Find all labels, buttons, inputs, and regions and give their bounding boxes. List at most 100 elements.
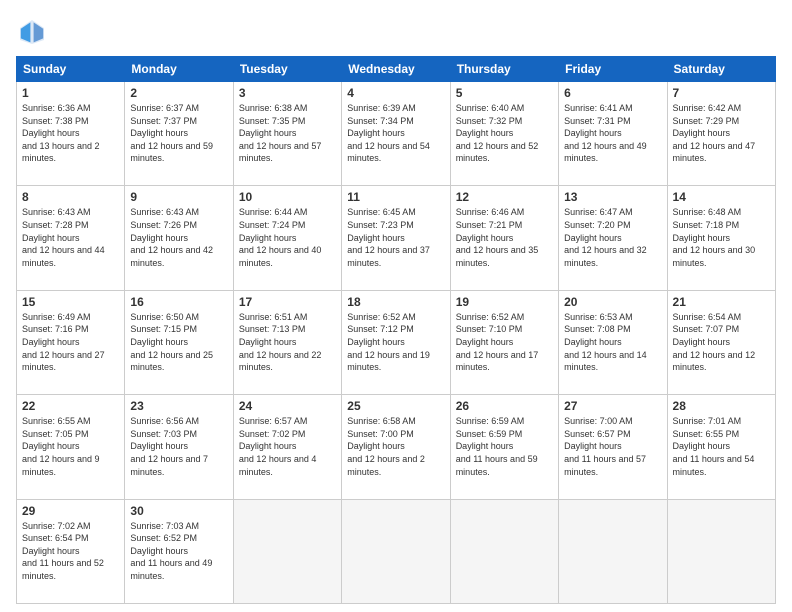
day-info: Sunrise: 6:49 AM Sunset: 7:16 PM Dayligh… bbox=[22, 311, 119, 374]
daylight-value: and 12 hours and 32 minutes. bbox=[564, 245, 647, 268]
daylight-value: and 12 hours and 52 minutes. bbox=[456, 141, 539, 164]
day-number: 9 bbox=[130, 190, 227, 204]
day-number: 11 bbox=[347, 190, 444, 204]
daylight-label: Daylight hours bbox=[22, 233, 80, 243]
sunset-label: Sunset: 7:03 PM bbox=[130, 429, 197, 439]
day-info: Sunrise: 6:57 AM Sunset: 7:02 PM Dayligh… bbox=[239, 415, 336, 478]
sunset-label: Sunset: 7:00 PM bbox=[347, 429, 414, 439]
daylight-label: Daylight hours bbox=[347, 128, 405, 138]
daylight-label: Daylight hours bbox=[22, 337, 80, 347]
day-info: Sunrise: 6:52 AM Sunset: 7:12 PM Dayligh… bbox=[347, 311, 444, 374]
day-info: Sunrise: 7:03 AM Sunset: 6:52 PM Dayligh… bbox=[130, 520, 227, 583]
sunrise-label: Sunrise: 6:54 AM bbox=[673, 312, 742, 322]
day-number: 12 bbox=[456, 190, 553, 204]
sunset-label: Sunset: 7:24 PM bbox=[239, 220, 306, 230]
calendar-cell: 11 Sunrise: 6:45 AM Sunset: 7:23 PM Dayl… bbox=[342, 186, 450, 290]
day-info: Sunrise: 6:36 AM Sunset: 7:38 PM Dayligh… bbox=[22, 102, 119, 165]
sunrise-label: Sunrise: 6:37 AM bbox=[130, 103, 199, 113]
calendar-cell: 3 Sunrise: 6:38 AM Sunset: 7:35 PM Dayli… bbox=[233, 82, 341, 186]
weekday-header-sunday: Sunday bbox=[17, 57, 125, 82]
calendar-cell: 28 Sunrise: 7:01 AM Sunset: 6:55 PM Dayl… bbox=[667, 395, 775, 499]
day-number: 20 bbox=[564, 295, 661, 309]
header bbox=[16, 16, 776, 48]
daylight-label: Daylight hours bbox=[130, 128, 188, 138]
day-number: 21 bbox=[673, 295, 770, 309]
day-info: Sunrise: 6:59 AM Sunset: 6:59 PM Dayligh… bbox=[456, 415, 553, 478]
daylight-value: and 11 hours and 54 minutes. bbox=[673, 454, 755, 477]
sunrise-label: Sunrise: 6:59 AM bbox=[456, 416, 525, 426]
sunset-label: Sunset: 7:31 PM bbox=[564, 116, 631, 126]
sunrise-label: Sunrise: 7:00 AM bbox=[564, 416, 633, 426]
day-info: Sunrise: 6:47 AM Sunset: 7:20 PM Dayligh… bbox=[564, 206, 661, 269]
sunset-label: Sunset: 7:07 PM bbox=[673, 324, 740, 334]
daylight-label: Daylight hours bbox=[239, 441, 297, 451]
day-number: 7 bbox=[673, 86, 770, 100]
weekday-header-monday: Monday bbox=[125, 57, 233, 82]
day-number: 26 bbox=[456, 399, 553, 413]
calendar-cell: 21 Sunrise: 6:54 AM Sunset: 7:07 PM Dayl… bbox=[667, 290, 775, 394]
sunset-label: Sunset: 7:02 PM bbox=[239, 429, 306, 439]
sunset-label: Sunset: 7:10 PM bbox=[456, 324, 523, 334]
sunrise-label: Sunrise: 6:56 AM bbox=[130, 416, 199, 426]
daylight-value: and 12 hours and 19 minutes. bbox=[347, 350, 430, 373]
logo bbox=[16, 16, 52, 48]
sunset-label: Sunset: 7:18 PM bbox=[673, 220, 740, 230]
sunset-label: Sunset: 7:08 PM bbox=[564, 324, 631, 334]
weekday-header-saturday: Saturday bbox=[667, 57, 775, 82]
calendar-cell bbox=[450, 499, 558, 603]
weekday-header-row: SundayMondayTuesdayWednesdayThursdayFrid… bbox=[17, 57, 776, 82]
sunrise-label: Sunrise: 6:50 AM bbox=[130, 312, 199, 322]
daylight-label: Daylight hours bbox=[673, 128, 731, 138]
sunset-label: Sunset: 6:54 PM bbox=[22, 533, 89, 543]
daylight-label: Daylight hours bbox=[130, 233, 188, 243]
daylight-label: Daylight hours bbox=[22, 441, 80, 451]
calendar-cell: 12 Sunrise: 6:46 AM Sunset: 7:21 PM Dayl… bbox=[450, 186, 558, 290]
calendar-cell: 6 Sunrise: 6:41 AM Sunset: 7:31 PM Dayli… bbox=[559, 82, 667, 186]
sunrise-label: Sunrise: 6:52 AM bbox=[347, 312, 416, 322]
day-number: 6 bbox=[564, 86, 661, 100]
calendar-cell bbox=[342, 499, 450, 603]
daylight-value: and 11 hours and 52 minutes. bbox=[22, 558, 104, 581]
calendar-cell: 13 Sunrise: 6:47 AM Sunset: 7:20 PM Dayl… bbox=[559, 186, 667, 290]
calendar-cell: 7 Sunrise: 6:42 AM Sunset: 7:29 PM Dayli… bbox=[667, 82, 775, 186]
sunrise-label: Sunrise: 6:58 AM bbox=[347, 416, 416, 426]
calendar-cell: 14 Sunrise: 6:48 AM Sunset: 7:18 PM Dayl… bbox=[667, 186, 775, 290]
week-row-2: 8 Sunrise: 6:43 AM Sunset: 7:28 PM Dayli… bbox=[17, 186, 776, 290]
sunset-label: Sunset: 7:23 PM bbox=[347, 220, 414, 230]
daylight-label: Daylight hours bbox=[347, 233, 405, 243]
sunset-label: Sunset: 6:59 PM bbox=[456, 429, 523, 439]
sunset-label: Sunset: 7:32 PM bbox=[456, 116, 523, 126]
calendar-cell: 30 Sunrise: 7:03 AM Sunset: 6:52 PM Dayl… bbox=[125, 499, 233, 603]
day-info: Sunrise: 6:43 AM Sunset: 7:28 PM Dayligh… bbox=[22, 206, 119, 269]
daylight-label: Daylight hours bbox=[564, 441, 622, 451]
daylight-value: and 12 hours and 35 minutes. bbox=[456, 245, 539, 268]
sunset-label: Sunset: 7:05 PM bbox=[22, 429, 89, 439]
day-number: 4 bbox=[347, 86, 444, 100]
sunrise-label: Sunrise: 6:45 AM bbox=[347, 207, 416, 217]
daylight-value: and 12 hours and 4 minutes. bbox=[239, 454, 317, 477]
calendar-cell bbox=[667, 499, 775, 603]
sunrise-label: Sunrise: 6:55 AM bbox=[22, 416, 91, 426]
day-number: 25 bbox=[347, 399, 444, 413]
sunset-label: Sunset: 7:16 PM bbox=[22, 324, 89, 334]
day-number: 3 bbox=[239, 86, 336, 100]
daylight-value: and 12 hours and 59 minutes. bbox=[130, 141, 213, 164]
day-info: Sunrise: 6:40 AM Sunset: 7:32 PM Dayligh… bbox=[456, 102, 553, 165]
calendar-cell: 9 Sunrise: 6:43 AM Sunset: 7:26 PM Dayli… bbox=[125, 186, 233, 290]
day-info: Sunrise: 6:58 AM Sunset: 7:00 PM Dayligh… bbox=[347, 415, 444, 478]
daylight-value: and 12 hours and 30 minutes. bbox=[673, 245, 756, 268]
weekday-header-wednesday: Wednesday bbox=[342, 57, 450, 82]
day-number: 29 bbox=[22, 504, 119, 518]
sunrise-label: Sunrise: 6:41 AM bbox=[564, 103, 633, 113]
calendar-cell: 27 Sunrise: 7:00 AM Sunset: 6:57 PM Dayl… bbox=[559, 395, 667, 499]
day-number: 16 bbox=[130, 295, 227, 309]
logo-icon bbox=[16, 16, 48, 48]
day-info: Sunrise: 6:54 AM Sunset: 7:07 PM Dayligh… bbox=[673, 311, 770, 374]
sunset-label: Sunset: 6:57 PM bbox=[564, 429, 631, 439]
daylight-value: and 12 hours and 12 minutes. bbox=[673, 350, 756, 373]
daylight-value: and 12 hours and 22 minutes. bbox=[239, 350, 322, 373]
daylight-label: Daylight hours bbox=[130, 546, 188, 556]
day-info: Sunrise: 6:48 AM Sunset: 7:18 PM Dayligh… bbox=[673, 206, 770, 269]
day-number: 19 bbox=[456, 295, 553, 309]
calendar-cell bbox=[559, 499, 667, 603]
